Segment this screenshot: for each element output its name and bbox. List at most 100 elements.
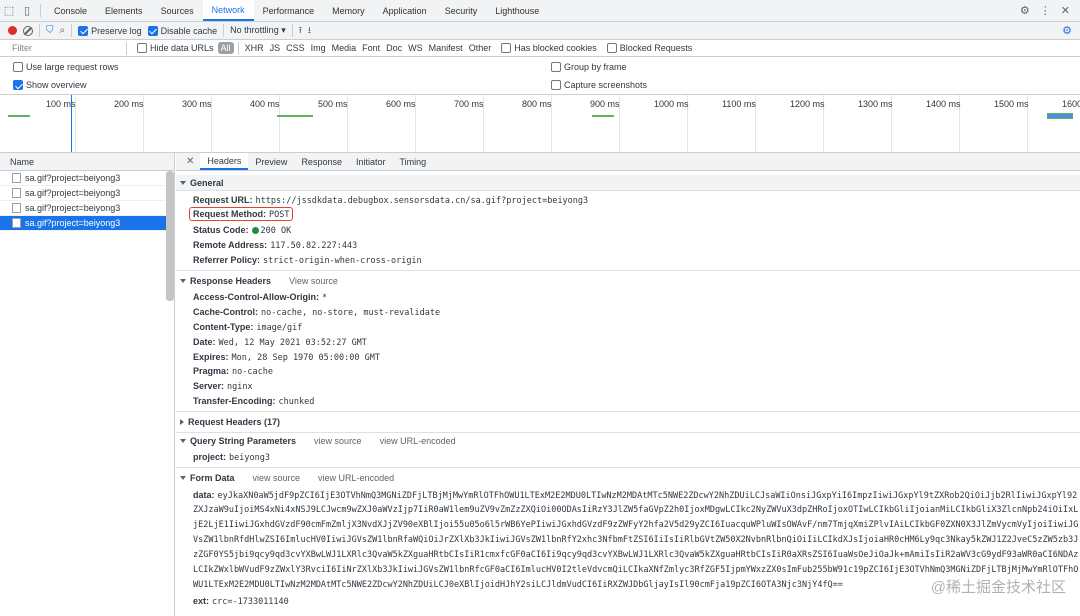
view-source-link[interactable]: view source bbox=[314, 436, 362, 446]
view-url-encoded-link[interactable]: view URL-encoded bbox=[380, 436, 456, 446]
response-header-row: Cache-Control: no-cache, no-store, must-r… bbox=[193, 307, 441, 318]
overview-tick: 1400 ms bbox=[926, 99, 961, 109]
checkbox-icon[interactable] bbox=[78, 25, 89, 36]
general-section-header[interactable]: General bbox=[176, 175, 1080, 191]
form-data-header[interactable]: Form Data view source view URL-encoded bbox=[176, 470, 1080, 486]
preserve-log-checkbox[interactable]: Preserve log bbox=[78, 25, 142, 36]
checkbox-icon[interactable] bbox=[551, 80, 561, 90]
network-overview-timeline[interactable]: 100 ms 200 ms 300 ms 400 ms 500 ms 600 m… bbox=[0, 94, 1080, 153]
network-settings-gear-icon[interactable]: ⚙ bbox=[1062, 24, 1080, 37]
form-data-line: WU1LTExM2E2MDU0LTIwNzM2MDAtMTc5NWE2ZDcwY… bbox=[193, 580, 843, 590]
tab-network[interactable]: Network bbox=[202, 0, 254, 21]
file-icon bbox=[12, 218, 21, 228]
type-filter-manifest[interactable]: Manifest bbox=[429, 43, 463, 53]
expand-triangle-icon bbox=[180, 180, 186, 185]
referrer-policy-row: Referrer Policy: strict-origin-when-cross… bbox=[193, 255, 422, 266]
options-row-1: Use large request rows Group by frame bbox=[0, 58, 1080, 76]
general-section: General bbox=[176, 175, 1080, 191]
inspect-element-icon[interactable]: ⬚ bbox=[0, 0, 18, 21]
throttling-select[interactable]: No throttling ▾ bbox=[230, 25, 286, 36]
request-list-scrollbar[interactable] bbox=[166, 171, 174, 301]
show-overview-checkbox[interactable]: Show overview bbox=[13, 80, 87, 90]
response-headers-section: Response Headers View source bbox=[176, 273, 1080, 289]
overview-tick: 1600 bbox=[1062, 99, 1080, 109]
checkbox-icon[interactable] bbox=[606, 43, 617, 53]
tab-elements[interactable]: Elements bbox=[96, 0, 152, 21]
name-column-header[interactable]: Name bbox=[0, 153, 174, 171]
type-filter-font[interactable]: Font bbox=[362, 43, 380, 53]
large-rows-checkbox[interactable]: Use large request rows bbox=[13, 62, 119, 72]
overview-tick: 1000 ms bbox=[654, 99, 689, 109]
type-filter-all[interactable]: All bbox=[217, 42, 234, 54]
capture-screenshots-checkbox[interactable]: Capture screenshots bbox=[551, 80, 647, 90]
filter-funnel-icon[interactable]: ⛉ bbox=[46, 25, 54, 36]
group-by-frame-checkbox[interactable]: Group by frame bbox=[551, 62, 627, 72]
overview-dom-content-marker bbox=[71, 95, 72, 152]
overview-tick: 1100 ms bbox=[722, 99, 756, 109]
checkbox-icon[interactable] bbox=[13, 80, 23, 90]
view-url-encoded-link[interactable]: view URL-encoded bbox=[318, 473, 394, 483]
checkbox-icon[interactable] bbox=[501, 43, 512, 53]
request-row[interactable]: sa.gif?project=beiyong3 bbox=[0, 186, 174, 201]
form-data-section: Form Data view source view URL-encoded bbox=[176, 470, 1080, 486]
devtools-tab-bar: ⬚ ▯ Console Elements Sources Network Per… bbox=[0, 0, 1080, 22]
checkbox-icon[interactable] bbox=[147, 25, 158, 36]
tab-preview[interactable]: Preview bbox=[248, 153, 294, 170]
tab-initiator[interactable]: Initiator bbox=[349, 153, 393, 170]
checkbox-icon[interactable] bbox=[551, 62, 561, 72]
request-row-selected[interactable]: sa.gif?project=beiyong3 bbox=[0, 216, 174, 231]
divider bbox=[39, 24, 40, 37]
remote-address-row: Remote Address: 117.50.82.227:443 bbox=[193, 240, 358, 251]
tab-security[interactable]: Security bbox=[436, 0, 487, 21]
overview-tick: 1200 ms bbox=[790, 99, 825, 109]
close-devtools-icon[interactable]: ✕ bbox=[1061, 4, 1070, 17]
checkbox-icon[interactable] bbox=[13, 62, 23, 72]
filter-input[interactable]: Filter bbox=[0, 43, 126, 53]
tab-console[interactable]: Console bbox=[45, 0, 96, 21]
tab-lighthouse[interactable]: Lighthouse bbox=[486, 0, 548, 21]
type-filter-media[interactable]: Media bbox=[332, 43, 357, 53]
export-har-icon[interactable]: ⭳ bbox=[308, 23, 311, 39]
tab-application[interactable]: Application bbox=[374, 0, 436, 21]
type-filter-ws[interactable]: WS bbox=[408, 43, 423, 53]
response-header-row: Pragma: no-cache bbox=[193, 366, 273, 377]
type-filter-xhr[interactable]: XHR bbox=[245, 43, 264, 53]
tab-response[interactable]: Response bbox=[294, 153, 349, 170]
more-options-icon[interactable]: ⋮ bbox=[1040, 4, 1051, 17]
type-filter-img[interactable]: Img bbox=[311, 43, 326, 53]
overview-tick: 800 ms bbox=[522, 99, 552, 109]
divider bbox=[176, 411, 1080, 412]
type-filter-js[interactable]: JS bbox=[270, 43, 281, 53]
import-har-icon[interactable]: ⭱ bbox=[299, 23, 302, 39]
close-detail-icon[interactable]: ✕ bbox=[180, 153, 200, 170]
clear-icon[interactable] bbox=[23, 25, 33, 36]
tab-memory[interactable]: Memory bbox=[323, 0, 374, 21]
blocked-requests-checkbox[interactable]: Blocked Requests bbox=[606, 43, 692, 53]
view-source-link[interactable]: View source bbox=[289, 276, 338, 286]
request-row[interactable]: sa.gif?project=beiyong3 bbox=[0, 171, 174, 186]
disable-cache-checkbox[interactable]: Disable cache bbox=[147, 25, 217, 36]
tab-headers[interactable]: Headers bbox=[200, 153, 249, 170]
request-headers-header[interactable]: Request Headers (17) bbox=[176, 414, 1080, 430]
checkbox-icon[interactable] bbox=[137, 43, 147, 53]
tab-performance[interactable]: Performance bbox=[254, 0, 324, 21]
request-row[interactable]: sa.gif?project=beiyong3 bbox=[0, 201, 174, 216]
record-icon[interactable] bbox=[8, 26, 17, 35]
request-detail-pane: ✕ Headers Preview Response Initiator Tim… bbox=[176, 153, 1080, 616]
settings-gear-icon[interactable]: ⚙ bbox=[1020, 4, 1030, 17]
hide-data-urls-checkbox[interactable]: Hide data URLs bbox=[137, 43, 214, 53]
response-headers-header[interactable]: Response Headers View source bbox=[176, 273, 1080, 289]
search-icon[interactable]: ⌕ bbox=[60, 25, 66, 36]
view-source-link[interactable]: view source bbox=[253, 473, 301, 483]
type-filter-css[interactable]: CSS bbox=[286, 43, 305, 53]
has-blocked-cookies-checkbox[interactable]: Has blocked cookies bbox=[501, 43, 597, 53]
type-filter-other[interactable]: Other bbox=[469, 43, 492, 53]
form-data-line: LCIkZWxlbWVudF9zZWxlY3RvciI6IiNrZXlXb3Jk… bbox=[193, 565, 1079, 575]
tab-timing[interactable]: Timing bbox=[392, 153, 433, 170]
query-params-header[interactable]: Query String Parameters view source view U… bbox=[176, 433, 1080, 449]
overview-tick: 1300 ms bbox=[858, 99, 893, 109]
tab-sources[interactable]: Sources bbox=[152, 0, 203, 21]
device-toolbar-icon[interactable]: ▯ bbox=[18, 0, 36, 21]
response-header-row: Transfer-Encoding: chunked bbox=[193, 396, 315, 407]
type-filter-doc[interactable]: Doc bbox=[386, 43, 402, 53]
